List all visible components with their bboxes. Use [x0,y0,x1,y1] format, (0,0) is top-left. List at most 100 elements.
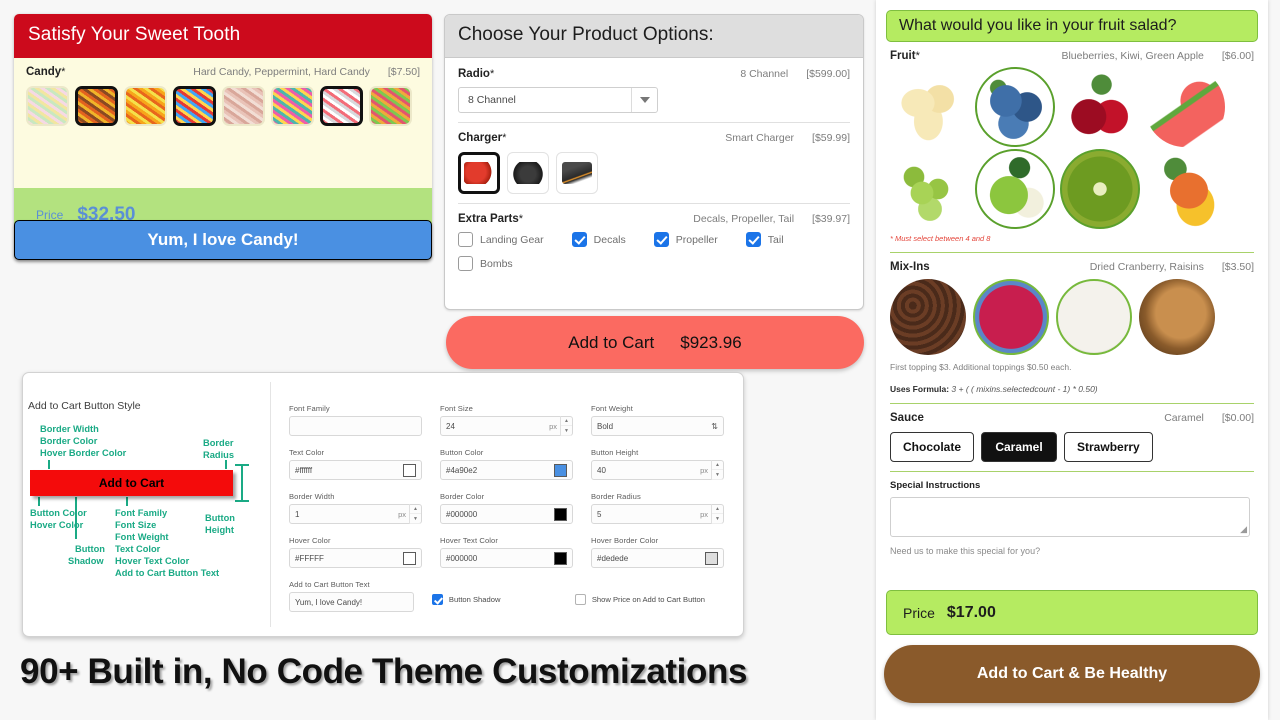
sauce-button-strawberry[interactable]: Strawberry [1064,432,1153,462]
charger-image [562,162,592,184]
product-option-label: Radio [458,68,490,80]
input-border-color[interactable]: #000000 [440,504,573,524]
product-selected-summary: Decals, Propeller, Tail [693,213,795,225]
sauce-button-caramel[interactable]: Caramel [981,432,1058,462]
input-font-size[interactable]: 24 px ▲ ▼ [440,416,573,436]
special-instructions-input[interactable]: ◢ [890,497,1250,537]
form-row: Border Width 1 px ▲ ▼ Border Color #000000 Bord… [289,492,724,524]
checkbox-box[interactable] [653,232,669,247]
formula-label: Uses Formula: [890,384,950,394]
product-add-to-cart-button[interactable]: Add to Cart $923.96 [446,316,864,369]
color-swatch-icon[interactable] [554,507,567,521]
demo-add-to-cart-button[interactable]: Add to Cart [30,470,233,496]
candy-swatch-candy-canes[interactable] [320,86,363,126]
mixin-swatch-almonds[interactable] [1139,279,1215,355]
sauce-button-chocolate[interactable]: Chocolate [890,432,975,462]
input-unit: px [549,421,557,431]
field-label: Button Height [591,448,639,457]
fruit-swatch-cherries[interactable] [1060,67,1140,147]
input-hover-color[interactable]: #FFFFF [289,548,422,568]
color-swatch-icon[interactable] [403,551,416,565]
charger-swatch-smart-charger-red[interactable] [458,152,500,194]
candy-swatch-mixed-pastel-candy[interactable] [26,86,69,126]
input-value: 40 [597,465,606,475]
annotation-button-text: Add to Cart Button Text [115,568,220,578]
checkbox-button-shadow[interactable]: Button Shadow [431,594,557,605]
candy-swatch-peppermint-sprinkles[interactable] [173,86,216,126]
checkbox-bombs[interactable]: Bombs [458,256,822,271]
input-font-family[interactable] [289,416,422,436]
input-button-color[interactable]: #4a90e2 [440,460,573,480]
field-font-size: Font Size 24 px ▲ ▼ [440,404,573,436]
fruit-swatch-blueberries[interactable] [975,67,1055,147]
candy-add-to-cart-button[interactable]: Yum, I love Candy! [14,220,432,260]
mixin-swatch-chocolate-chips[interactable] [890,279,966,355]
stepper-icon[interactable]: ▲ ▼ [409,504,421,524]
input-value: 1 [295,509,300,519]
candy-widget-body: Candy * Hard Candy, Peppermint, Hard Can… [14,58,432,188]
stepper-icon[interactable]: ▲ ▼ [560,416,572,436]
color-swatch-icon[interactable] [403,463,416,477]
checkbox-propeller[interactable]: Propeller [653,232,718,247]
color-swatch-icon[interactable] [554,463,567,477]
checkbox-box[interactable] [458,232,473,247]
mixin-swatch-raisins[interactable] [1056,279,1132,355]
product-widget-header: Choose Your Product Options: [445,15,863,58]
annotation-font-weight: Font Weight [115,532,169,542]
fruit-swatch-watermelon[interactable] [1145,67,1225,147]
checkbox-decals[interactable]: Decals [571,232,626,247]
input-text-color[interactable]: #ffffff [289,460,422,480]
select-stepper-icon[interactable]: ⇅ [711,422,718,431]
resize-grip-icon[interactable]: ◢ [1240,524,1247,535]
fruit-add-to-cart-button[interactable]: Add to Cart & Be Healthy [884,645,1260,703]
checkbox-box[interactable] [745,232,761,247]
charger-swatch-charger-black-boxy[interactable] [556,152,598,194]
charger-swatch-charger-black-round[interactable] [507,152,549,194]
input-hover-border-color[interactable]: #dedede [591,548,724,568]
checkbox-tail[interactable]: Tail [745,232,784,247]
input-hover-text-color[interactable]: #000000 [440,548,573,568]
candy-swatch-candy-corn[interactable] [124,86,167,126]
radio-channel-select[interactable]: 8 Channel [458,87,658,113]
stepper-icon[interactable]: ▲ ▼ [711,504,723,524]
mixin-swatch-dried-cranberry[interactable] [973,279,1049,355]
chevron-down-icon[interactable] [631,88,657,112]
checkbox-box[interactable] [431,594,443,605]
candy-swatch-hard-candy[interactable] [75,86,118,126]
color-swatch-icon[interactable] [705,551,718,565]
field-button-height: Button Height 40 px ▲ ▼ [591,448,724,480]
fruit-swatch-mango[interactable] [1145,149,1225,229]
checkbox-box[interactable] [574,594,586,605]
field-label: Hover Color [289,536,331,545]
input-button-height[interactable]: 40 px ▲ ▼ [591,460,724,480]
style-editor-title: Add to Cart Button Style [28,400,141,412]
color-swatch-icon[interactable] [554,551,567,565]
checkbox-show-price-on-add-to-cart-button[interactable]: Show Price on Add to Cart Button [574,594,724,605]
fruit-swatch-green-apple[interactable] [975,149,1055,229]
field-font-weight: Font Weight Bold ⇅ [591,404,724,436]
fruit-swatch-grapes[interactable] [890,149,970,229]
input-border-width[interactable]: 1 px ▲ ▼ [289,504,422,524]
checkbox-box[interactable] [571,232,587,247]
candy-selected-summary: Hard Candy, Peppermint, Hard Candy [193,66,370,78]
fruit-swatch-kiwi[interactable] [1060,149,1140,229]
candy-swatch-gummy-worms[interactable] [369,86,412,126]
field-label: Button Color [440,448,484,457]
field-label: Hover Border Color [591,536,659,545]
candy-swatch-taffy[interactable] [222,86,265,126]
checkbox-box[interactable] [458,256,473,271]
annotation-diagram: Border Width Border Color Hover Border C… [30,420,260,590]
fruit-swatch-banana[interactable] [890,67,970,147]
mixins-formula: Uses Formula: 3 + ( ( mixins.selectedcou… [890,384,1254,394]
stepper-icon[interactable]: ▲ ▼ [711,460,723,480]
candy-swatch-rainbow-candy[interactable] [271,86,314,126]
input-font-weight[interactable]: Bold ⇅ [591,416,724,436]
annotation-text-color: Text Color [115,544,161,554]
input-border-radius[interactable]: 5 px ▲ ▼ [591,504,724,524]
product-option-row: Radio * 8 Channel [$599.00] [458,68,850,80]
candy-option-price: [$7.50] [387,66,420,78]
checkbox-landing-gear[interactable]: Landing Gear [458,232,544,247]
input-add-to-cart-button-text[interactable]: Yum, I love Candy! [289,592,414,612]
form-row: Hover Color #FFFFF Hover Text Color #000000… [289,536,724,568]
form-checkbox-field: Show Price on Add to Cart Button [574,580,724,612]
